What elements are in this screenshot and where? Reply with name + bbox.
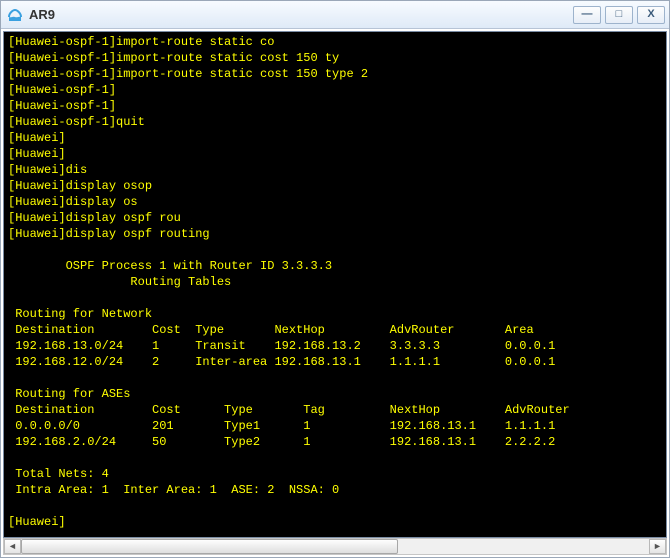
horizontal-scrollbar[interactable]: ◄ ►	[3, 538, 667, 555]
minimize-button[interactable]: —	[573, 6, 601, 24]
window-title: AR9	[29, 7, 573, 22]
app-window: AR9 — □ X [Huawei-ospf-1]import-route st…	[0, 0, 670, 558]
terminal-container: [Huawei-ospf-1]import-route static co [H…	[1, 29, 669, 557]
scroll-right-button[interactable]: ►	[649, 539, 666, 554]
scroll-track[interactable]	[21, 539, 649, 554]
terminal-output[interactable]: [Huawei-ospf-1]import-route static co [H…	[3, 31, 667, 538]
window-buttons: — □ X	[573, 6, 665, 24]
app-icon	[7, 7, 23, 23]
scroll-left-button[interactable]: ◄	[4, 539, 21, 554]
scroll-thumb[interactable]	[21, 539, 398, 554]
maximize-button[interactable]: □	[605, 6, 633, 24]
close-button[interactable]: X	[637, 6, 665, 24]
titlebar[interactable]: AR9 — □ X	[1, 1, 669, 29]
